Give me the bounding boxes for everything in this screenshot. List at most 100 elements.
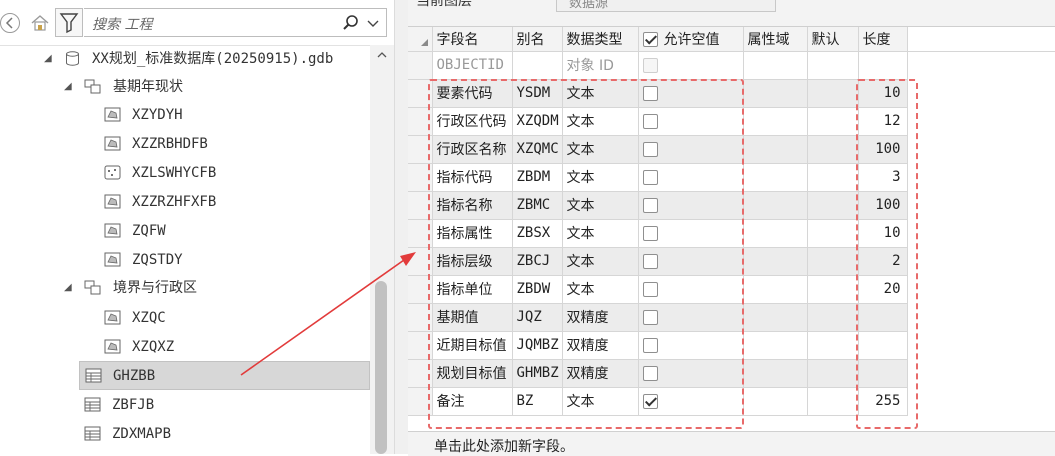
tree-node-table[interactable]: ZBFJB [0,391,370,419]
cell-alias[interactable]: ZBSX [512,219,563,248]
cell-allow-null[interactable] [638,107,744,136]
cell-field-name[interactable]: 行政区名称 [432,135,513,164]
cell-length[interactable]: 12 [858,107,908,136]
tree-node-feature-class[interactable]: XZQXZ [0,333,370,361]
cell-length[interactable]: 100 [858,135,908,164]
col-header-domain[interactable]: 属性域 [743,27,808,52]
col-header-default[interactable]: 默认 [807,27,859,52]
cell-domain[interactable] [743,247,808,276]
cell-alias[interactable]: JQMBZ [512,331,563,360]
home-button[interactable] [28,11,52,35]
cell-default[interactable] [807,51,859,80]
field-row[interactable]: 指标属性 ZBSX 文本 10 [408,219,1055,248]
cell-data-type[interactable]: 文本 [562,163,639,192]
allow-null-checkbox[interactable] [642,169,658,185]
cell-data-type[interactable]: 双精度 [562,331,639,360]
cell-length[interactable]: 100 [858,191,908,220]
cell-alias[interactable]: XZQDM [512,107,563,136]
cell-domain[interactable] [743,79,808,108]
cell-domain[interactable] [743,219,808,248]
corner-cell[interactable] [408,27,433,52]
row-header[interactable] [408,387,433,416]
cell-default[interactable] [807,275,859,304]
cell-length[interactable] [858,51,908,80]
row-header[interactable] [408,331,433,360]
tree-node-feature-class[interactable]: ZQSTDY [0,246,370,274]
cell-default[interactable] [807,359,859,388]
allow-null-checkbox[interactable] [642,393,658,409]
search-icon[interactable] [342,14,360,32]
cell-field-name[interactable]: 规划目标值 [432,359,513,388]
chevron-down-icon[interactable] [366,16,380,30]
allow-null-checkbox[interactable] [642,253,658,269]
field-row[interactable]: 指标代码 ZBDM 文本 3 [408,163,1055,192]
col-header-type[interactable]: 数据类型 [562,27,639,52]
cell-field-name[interactable]: 指标名称 [432,191,513,220]
cell-alias[interactable]: ZBDW [512,275,563,304]
cell-length[interactable] [858,331,908,360]
cell-allow-null[interactable] [638,247,744,276]
row-header[interactable] [408,275,433,304]
field-row[interactable]: 指标单位 ZBDW 文本 20 [408,275,1055,304]
row-header[interactable] [408,219,433,248]
cell-allow-null[interactable] [638,387,744,416]
cell-allow-null[interactable] [638,191,744,220]
row-header[interactable] [408,303,433,332]
cell-data-type[interactable]: 双精度 [562,303,639,332]
row-header[interactable] [408,135,433,164]
cell-default[interactable] [807,219,859,248]
row-header[interactable] [408,107,433,136]
cell-domain[interactable] [743,387,808,416]
header-checkbox[interactable] [642,32,658,48]
allow-null-checkbox[interactable] [642,57,658,73]
cell-default[interactable] [807,331,859,360]
field-row[interactable]: 行政区代码 XZQDM 文本 12 [408,107,1055,136]
collapse-triangle-icon[interactable]: ◢ [44,45,54,73]
cell-data-type[interactable]: 对象 ID [562,51,639,80]
field-row[interactable]: 备注 BZ 文本 255 [408,387,1055,416]
cell-alias[interactable]: XZQMC [512,135,563,164]
tree-node-feature-class[interactable]: XZQC [0,304,370,332]
tree-node-feature-class[interactable]: XZYDYH [0,101,370,129]
cell-field-name[interactable]: 指标属性 [432,219,513,248]
field-row[interactable]: 近期目标值 JQMBZ 双精度 [408,331,1055,360]
allow-null-checkbox[interactable] [642,365,658,381]
cell-allow-null[interactable] [638,331,744,360]
cell-domain[interactable] [743,331,808,360]
add-field-row[interactable]: 单击此处添加新字段。 [408,431,1055,456]
cell-domain[interactable] [743,107,808,136]
cell-field-name[interactable]: 基期值 [432,303,513,332]
cell-data-type[interactable]: 文本 [562,219,639,248]
cell-default[interactable] [807,107,859,136]
row-header[interactable] [408,247,433,276]
cell-default[interactable] [807,163,859,192]
tree-node-feature-class[interactable]: XZZRZHFXFB [0,188,370,216]
cell-default[interactable] [807,387,859,416]
cell-length[interactable] [858,303,908,332]
tree-node-feature-class[interactable]: XZZRBHDFB [0,130,370,158]
search-input[interactable]: 搜索 工程 [84,8,387,37]
tree-node-table[interactable]: ZDXMAPB [0,420,370,448]
row-header[interactable] [408,163,433,192]
tree-node-table-selected[interactable]: GHZBB [79,361,370,390]
tree-node-feature-class[interactable]: XZLSWHYCFB [0,159,370,187]
cell-domain[interactable] [743,359,808,388]
cell-alias[interactable]: ZBMC [512,191,563,220]
cell-data-type[interactable]: 文本 [562,135,639,164]
cell-field-name[interactable]: 指标单位 [432,275,513,304]
field-row[interactable]: 行政区名称 XZQMC 文本 100 [408,135,1055,164]
cell-data-type[interactable]: 文本 [562,387,639,416]
cell-allow-null[interactable] [638,135,744,164]
cell-domain[interactable] [743,275,808,304]
cell-domain[interactable] [743,191,808,220]
cell-allow-null[interactable] [638,51,744,80]
allow-null-checkbox[interactable] [642,141,658,157]
row-header[interactable] [408,51,433,80]
cell-domain[interactable] [743,303,808,332]
cell-field-name[interactable]: OBJECTID [432,51,513,80]
cell-length[interactable]: 3 [858,163,908,192]
cell-data-type[interactable]: 双精度 [562,359,639,388]
layer-field[interactable]: 数据源 [556,0,776,12]
field-row[interactable]: 基期值 JQZ 双精度 [408,303,1055,332]
cell-field-name[interactable]: 近期目标值 [432,331,513,360]
